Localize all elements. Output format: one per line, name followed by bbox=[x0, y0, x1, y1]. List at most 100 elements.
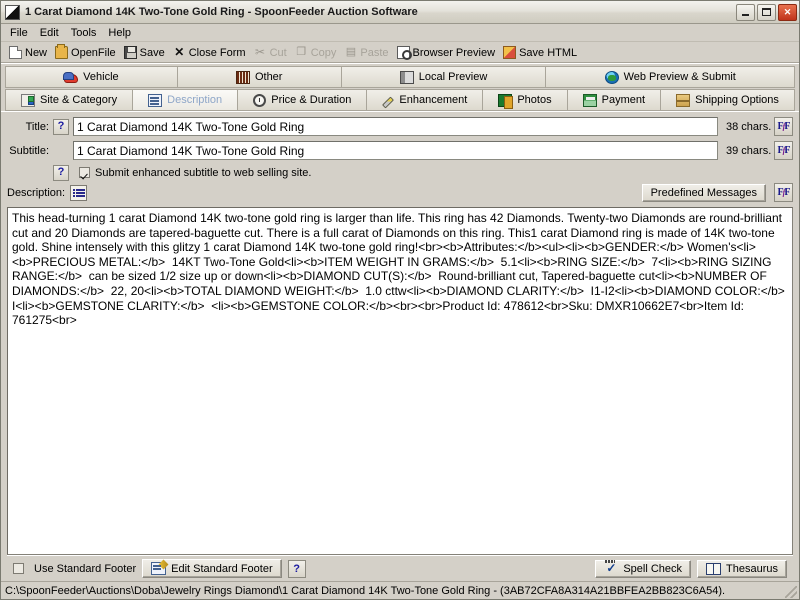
tab-site-category-label: Site & Category bbox=[40, 94, 118, 106]
photos-icon bbox=[498, 93, 514, 109]
title-help-button[interactable]: ? bbox=[53, 118, 69, 135]
menu-bar: File Edit Tools Help bbox=[1, 24, 799, 42]
enhanced-subtitle-help-button[interactable]: ? bbox=[53, 164, 69, 181]
toolbar-save-html-button[interactable]: Save HTML bbox=[500, 45, 582, 60]
use-standard-footer-label: Use Standard Footer bbox=[34, 562, 137, 575]
scissors-icon: ✂ bbox=[255, 45, 266, 59]
tab-shipping-options-label: Shipping Options bbox=[695, 94, 779, 106]
html-file-icon bbox=[503, 46, 517, 59]
toolbar-copy-label: Copy bbox=[310, 46, 337, 59]
menu-item-file[interactable]: File bbox=[4, 26, 34, 40]
maximize-button[interactable] bbox=[757, 3, 776, 21]
resize-grip[interactable] bbox=[785, 586, 797, 598]
edit-page-icon bbox=[151, 562, 167, 575]
barcode-icon bbox=[235, 70, 250, 84]
tab-web-preview-submit[interactable]: Web Preview & Submit bbox=[545, 66, 796, 88]
predefined-messages-button[interactable]: Predefined Messages bbox=[641, 183, 766, 202]
tab-shipping-options[interactable]: Shipping Options bbox=[660, 89, 795, 111]
tab-enhancement[interactable]: Enhancement bbox=[366, 89, 483, 111]
tab-local-preview-label: Local Preview bbox=[418, 71, 488, 83]
clipboard-paste-icon: ▤ bbox=[345, 46, 357, 58]
tab-site-category[interactable]: Site & Category bbox=[5, 89, 133, 111]
description-textarea[interactable]: This head-turning 1 carat Diamond 14K tw… bbox=[7, 207, 793, 555]
subtitle-input-value: 1 Carat Diamond 14K Two-Tone Gold Ring bbox=[77, 143, 305, 158]
sitemap-icon bbox=[21, 93, 36, 107]
toolbar-cut-label: Cut bbox=[269, 46, 287, 59]
tab-vehicle-label: Vehicle bbox=[83, 71, 119, 83]
copy-pages-icon: ❐ bbox=[296, 46, 307, 58]
floppy-disk-icon bbox=[123, 46, 137, 59]
toolbar-cut-button: ✂ Cut bbox=[251, 45, 292, 60]
description-form-panel: Title: ? 1 Carat Diamond 14K Two-Tone Go… bbox=[1, 111, 799, 581]
car-icon bbox=[63, 71, 79, 83]
tab-enhancement-label: Enhancement bbox=[399, 94, 468, 106]
app-icon bbox=[5, 4, 20, 20]
footer-toolbar: Use Standard Footer Edit Standard Footer… bbox=[7, 555, 793, 581]
magnifier-page-icon bbox=[396, 46, 412, 60]
close-button[interactable]: ✕ bbox=[778, 3, 797, 21]
title-input[interactable]: 1 Carat Diamond 14K Two-Tone Gold Ring bbox=[73, 117, 718, 136]
thesaurus-label: Thesaurus bbox=[726, 562, 778, 575]
tab-local-preview[interactable]: Local Preview bbox=[340, 66, 546, 88]
spell-check-icon bbox=[604, 559, 618, 575]
toolbar-close-form-button[interactable]: ✕ Close Form bbox=[170, 45, 251, 60]
description-font-button[interactable]: FfF bbox=[774, 183, 793, 202]
status-bar: C:\SpoonFeeder\Auctions\Doba\Jewelry Rin… bbox=[1, 581, 799, 599]
subtitle-label: Subtitle: bbox=[9, 144, 49, 157]
subtitle-char-count: 39 chars. bbox=[726, 144, 772, 157]
title-char-count: 38 chars. bbox=[726, 120, 772, 133]
minimize-button[interactable] bbox=[736, 3, 755, 21]
use-standard-footer-checkbox[interactable] bbox=[13, 563, 24, 574]
title-bar: 1 Carat Diamond 14K Two-Tone Gold Ring -… bbox=[1, 1, 799, 24]
application-window: 1 Carat Diamond 14K Two-Tone Gold Ring -… bbox=[0, 0, 800, 600]
window-title: 1 Carat Diamond 14K Two-Tone Gold Ring -… bbox=[25, 6, 418, 18]
spell-check-button[interactable]: Spell Check bbox=[595, 559, 692, 578]
bullet-list-icon[interactable] bbox=[70, 184, 88, 201]
tab-price-duration[interactable]: Price & Duration bbox=[237, 89, 367, 111]
tab-description[interactable]: Description bbox=[132, 89, 238, 111]
subtitle-input[interactable]: 1 Carat Diamond 14K Two-Tone Gold Ring bbox=[73, 141, 718, 160]
package-box-icon bbox=[676, 93, 691, 107]
tab-other[interactable]: Other bbox=[176, 66, 341, 88]
toolbar-new-button[interactable]: New bbox=[6, 45, 52, 60]
payment-card-icon bbox=[582, 93, 597, 107]
edit-standard-footer-label: Edit Standard Footer bbox=[171, 562, 273, 575]
subtitle-row: Subtitle: 1 Carat Diamond 14K Two-Tone G… bbox=[7, 140, 793, 161]
tab-web-preview-submit-label: Web Preview & Submit bbox=[623, 71, 736, 83]
toolbar-save-button[interactable]: Save bbox=[121, 45, 170, 60]
subtitle-font-button[interactable]: FfF bbox=[774, 141, 793, 160]
globe-icon bbox=[604, 70, 619, 84]
status-bar-path: C:\SpoonFeeder\Auctions\Doba\Jewelry Rin… bbox=[5, 584, 726, 597]
toolbar-copy-button: ❐ Copy bbox=[292, 45, 342, 60]
toolbar-openfile-label: OpenFile bbox=[71, 46, 116, 59]
title-input-value: 1 Carat Diamond 14K Two-Tone Gold Ring bbox=[77, 119, 305, 134]
menu-item-help[interactable]: Help bbox=[102, 26, 137, 40]
title-font-button[interactable]: FfF bbox=[774, 117, 793, 136]
tab-photos[interactable]: Photos bbox=[482, 89, 567, 111]
toolbar-new-label: New bbox=[25, 46, 48, 59]
menu-item-edit[interactable]: Edit bbox=[34, 26, 65, 40]
toolbar-browser-preview-button[interactable]: Browser Preview bbox=[394, 45, 501, 60]
spell-check-label: Spell Check bbox=[623, 562, 683, 575]
edit-standard-footer-button[interactable]: Edit Standard Footer bbox=[142, 559, 282, 578]
tab-other-label: Other bbox=[254, 71, 283, 83]
description-label: Description: bbox=[7, 186, 66, 199]
description-page-icon bbox=[148, 93, 163, 107]
title-row: Title: ? 1 Carat Diamond 14K Two-Tone Go… bbox=[7, 116, 793, 137]
menu-item-tools[interactable]: Tools bbox=[65, 26, 103, 40]
toolbar-openfile-button[interactable]: OpenFile bbox=[52, 44, 121, 60]
enhanced-subtitle-checkbox[interactable] bbox=[79, 167, 90, 178]
window-preview-icon bbox=[399, 70, 414, 84]
tab-strip-top: Vehicle Other Local Preview Web Preview … bbox=[1, 66, 799, 88]
close-x-icon: ✕ bbox=[174, 45, 185, 59]
book-icon bbox=[706, 562, 722, 575]
toolbar: New OpenFile Save ✕ Close Form ✂ Cut ❐ C… bbox=[1, 42, 799, 64]
toolbar-save-html-label: Save HTML bbox=[519, 46, 578, 59]
tab-payment[interactable]: Payment bbox=[566, 89, 661, 111]
toolbar-paste-label: Paste bbox=[360, 46, 389, 59]
thesaurus-button[interactable]: Thesaurus bbox=[697, 559, 787, 578]
tab-vehicle[interactable]: Vehicle bbox=[5, 66, 177, 88]
use-standard-footer-control[interactable]: Use Standard Footer bbox=[13, 563, 136, 575]
footer-help-button[interactable]: ? bbox=[287, 559, 306, 578]
description-label-row: Description: Predefined Messages FfF bbox=[7, 182, 793, 203]
